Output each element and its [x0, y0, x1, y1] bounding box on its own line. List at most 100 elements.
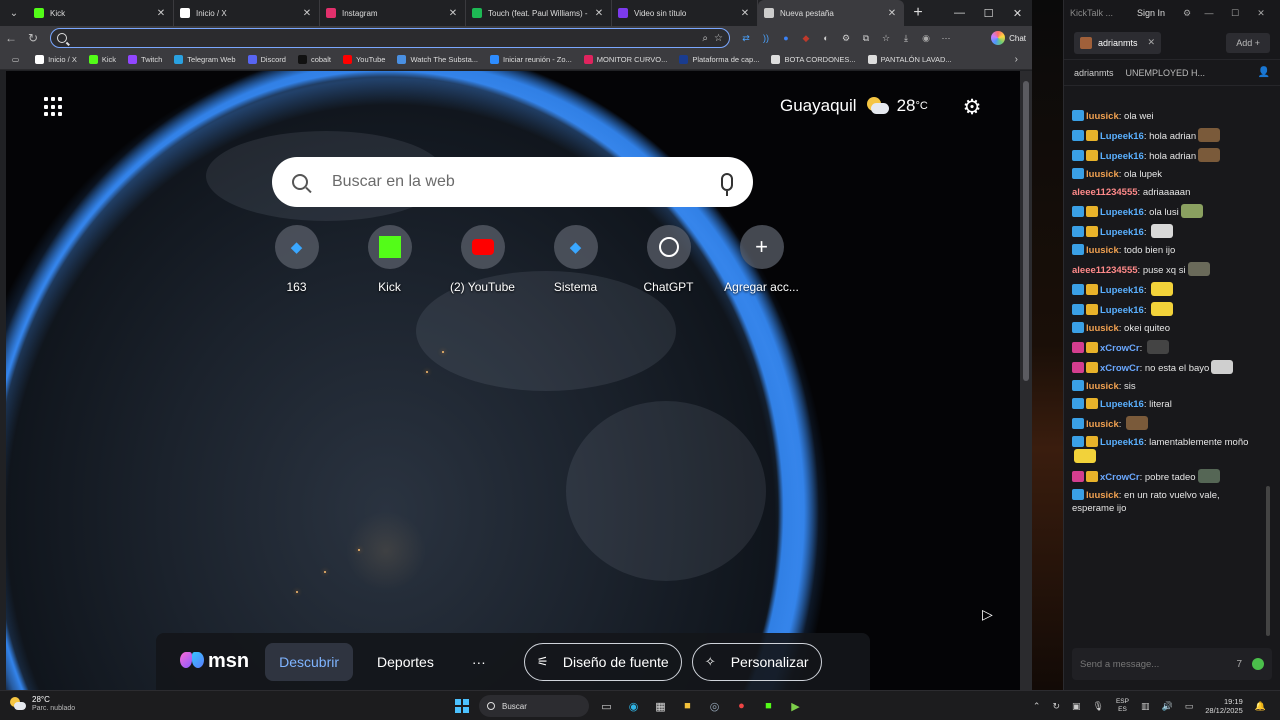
network-icon[interactable]: ▥ [1141, 701, 1150, 712]
chat-username[interactable]: luusick [1086, 381, 1119, 392]
chat-username[interactable]: luusick [1086, 111, 1119, 122]
bookmark-item[interactable]: Iniciar reunión - Zo... [484, 55, 578, 64]
new-tab-button[interactable]: + [904, 4, 932, 22]
chat-username[interactable]: Lupeek16 [1100, 131, 1144, 142]
close-tab-icon[interactable]: ✕ [739, 8, 751, 19]
message-input[interactable]: Send a message... 7 [1072, 648, 1272, 680]
bookmark-item[interactable]: BOTA CORDONES... [765, 55, 861, 64]
sync-icon[interactable]: ↻ [1052, 701, 1060, 712]
notifications-icon[interactable]: 🔔 [1255, 701, 1266, 712]
task-view-icon[interactable]: ▭ [595, 694, 619, 718]
favorites-icon[interactable]: ☆ [876, 28, 896, 48]
chat-username[interactable]: Lupeek16 [1100, 305, 1144, 316]
chat-username[interactable]: Lupeek16 [1100, 207, 1144, 218]
settings-gear-icon[interactable]: ⚙ [1183, 8, 1191, 19]
minimize-button[interactable]: — [1196, 8, 1222, 19]
add-chat-button[interactable]: Add + [1226, 32, 1270, 53]
extension-translate-icon[interactable]: ⇄ [736, 28, 756, 48]
downloads-icon[interactable]: ⤓ [896, 28, 916, 48]
microphone-icon[interactable] [721, 173, 733, 196]
quick-link-tile[interactable]: ◆ 163 [250, 225, 343, 294]
chat-tab-adrianmts[interactable]: adrianmts ✕ [1074, 31, 1162, 54]
font-design-button[interactable]: ⚟ Diseño de fuente [523, 642, 682, 681]
quick-link-tile[interactable]: Kick [343, 225, 436, 294]
bookmark-item[interactable]: Watch The Substa... [391, 55, 484, 64]
more-menu-icon[interactable]: ··· [936, 28, 956, 48]
bookmark-item[interactable]: Discord [242, 55, 292, 64]
message-placeholder[interactable]: Send a message... [1080, 659, 1159, 670]
refresh-button[interactable]: ↻ [22, 27, 44, 49]
close-tab-icon[interactable]: ✕ [1148, 37, 1156, 48]
chat-username[interactable]: aleee11234555 [1072, 187, 1138, 198]
chat-username[interactable]: xCrowCr [1100, 343, 1140, 354]
scrollbar-thumb[interactable] [1023, 81, 1029, 381]
search-placeholder[interactable]: Buscar en la web [332, 173, 721, 191]
bookmark-item[interactable]: MONITOR CURVO... [578, 55, 674, 64]
split-screen-icon[interactable]: ⧉ [856, 28, 876, 48]
msn-logo[interactable]: msn [180, 650, 249, 673]
microphone-icon[interactable]: 🎙 [1093, 701, 1104, 712]
edge-icon[interactable]: ◉ [622, 694, 646, 718]
web-search-box[interactable]: Buscar en la web [272, 157, 753, 207]
profile-avatar[interactable]: ◉ [916, 28, 936, 48]
extension-ublock-icon[interactable]: ◆ [796, 28, 816, 48]
emote-picker-icon[interactable] [1252, 658, 1264, 670]
minimize-button[interactable]: — [945, 0, 974, 26]
quick-link-tile[interactable]: + Agregar acc... [715, 225, 808, 294]
extensions-puzzle-icon[interactable]: ⚙ [836, 28, 856, 48]
close-tab-icon[interactable]: ✕ [155, 8, 167, 19]
bookmarks-menu-icon[interactable]: ▭ [6, 55, 29, 64]
browser-tab[interactable]: Touch (feat. Paul Williams) - ✕ [466, 0, 612, 26]
more-tabs-button[interactable]: ··· [458, 643, 500, 681]
page-settings-gear-icon[interactable]: ⚙ [961, 97, 983, 119]
file-explorer-icon[interactable]: ■ [676, 694, 700, 718]
address-bar[interactable]: ⌕ ☆ [50, 28, 730, 48]
battery-icon[interactable]: ▭ [1185, 701, 1194, 712]
user-list-icon[interactable]: 👤 [1258, 67, 1270, 78]
extension-blue-icon[interactable]: ● [776, 28, 796, 48]
kick-app-icon[interactable]: ■ [757, 694, 781, 718]
favorite-star-icon[interactable]: ☆ [714, 33, 723, 44]
bookmark-item[interactable]: Inicio / X [29, 55, 83, 64]
bookmark-item[interactable]: Plataforma de cap... [673, 55, 765, 64]
language-indicator[interactable]: ESP ES [1116, 698, 1129, 714]
apps-launcher-icon[interactable] [44, 97, 64, 117]
maximize-button[interactable]: ☐ [974, 0, 1003, 26]
quick-link-tile[interactable]: (2) YouTube [436, 225, 529, 294]
start-button[interactable] [450, 694, 474, 718]
bookmark-item[interactable]: PANTALÓN LAVAD... [862, 55, 958, 64]
steam-icon[interactable]: ◎ [703, 694, 727, 718]
bookmark-item[interactable]: YouTube [337, 55, 391, 64]
back-button[interactable]: ← [0, 27, 22, 49]
close-window-button[interactable]: ✕ [1003, 0, 1032, 26]
chat-username[interactable]: Lupeek16 [1100, 151, 1144, 162]
quick-link-tile[interactable]: ChatGPT [622, 225, 715, 294]
tab-deportes[interactable]: Deportes [363, 643, 448, 681]
bookmark-item[interactable]: Twitch [122, 55, 168, 64]
chat-username[interactable]: Lupeek16 [1100, 399, 1144, 410]
tray-overflow-icon[interactable]: ⌃ [1033, 701, 1041, 712]
browser-tab[interactable]: Instagram ✕ [320, 0, 466, 26]
copilot-chat-button[interactable]: Chat [991, 28, 1026, 48]
browser-tab[interactable]: Nueva pestaña ✕ [758, 0, 904, 26]
zoom-icon[interactable]: ⌕ [702, 33, 708, 44]
page-scrollbar[interactable] [1020, 71, 1032, 690]
chat-username[interactable]: luusick [1086, 169, 1119, 180]
calendar-app-icon[interactable]: ▦ [649, 694, 673, 718]
browser-tab[interactable]: Inicio / X ✕ [174, 0, 320, 26]
quick-link-tile[interactable]: ◆ Sistema [529, 225, 622, 294]
chat-username[interactable]: luusick [1086, 245, 1119, 256]
customize-button[interactable]: ✧ Personalizar [691, 642, 822, 681]
tab-actions-menu[interactable]: ⌄ [0, 0, 28, 26]
bookmark-item[interactable]: Kick [83, 55, 122, 64]
extension-grey-icon[interactable]: ◐ [816, 28, 836, 48]
browser-tab[interactable]: Video sin título ✕ [612, 0, 758, 26]
bookmark-item[interactable]: Telegram Web [168, 55, 241, 64]
background-play-icon[interactable]: ▷ [982, 606, 993, 623]
tab-descubrir[interactable]: Descubrir [265, 642, 354, 681]
taskbar-search[interactable]: Buscar [479, 695, 589, 717]
tray-app-icon[interactable]: ▣ [1072, 701, 1081, 712]
close-tab-icon[interactable]: ✕ [447, 8, 459, 19]
weather-widget[interactable]: Guayaquil 28 °C [780, 96, 928, 116]
clock[interactable]: 19:19 28/12/2025 [1205, 697, 1243, 715]
